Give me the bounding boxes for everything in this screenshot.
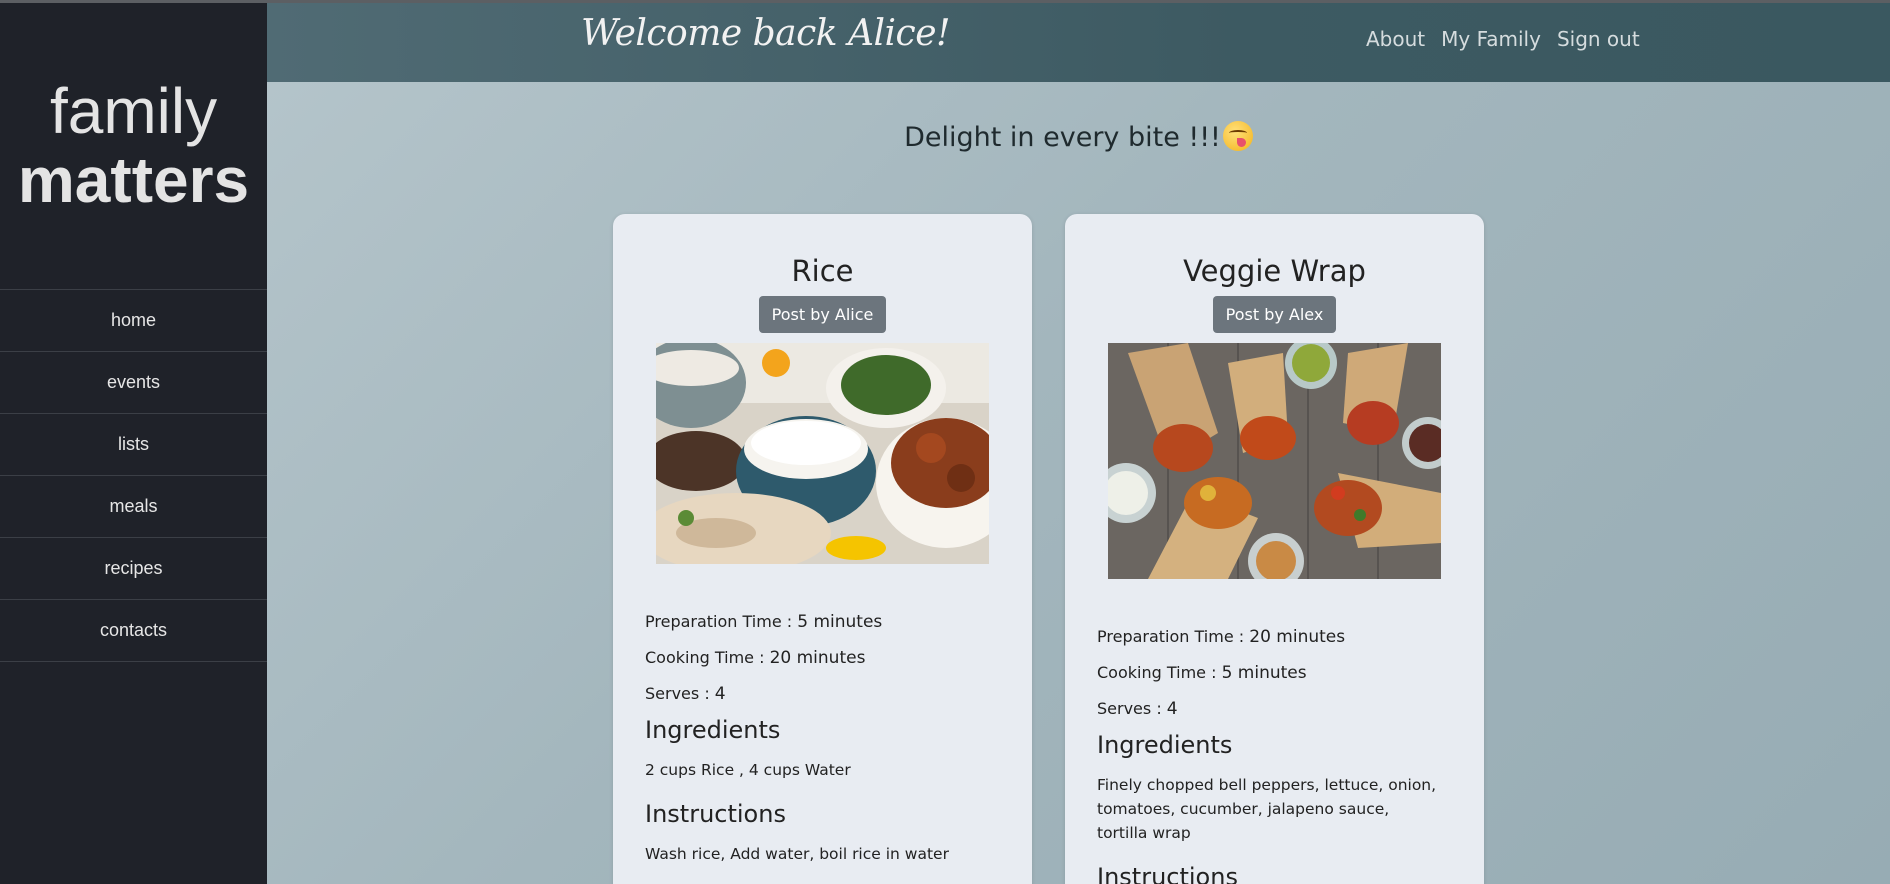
instructions-heading: Instructions [1097, 863, 1238, 884]
prep-time-label: Preparation Time : [645, 612, 793, 631]
cook-time-value: 5 minutes [1221, 663, 1307, 683]
recipe-title: Rice [791, 254, 854, 288]
top-nav: About My Family Sign out [1366, 27, 1640, 51]
sidebar-item-home[interactable]: home [0, 290, 267, 352]
serves-value: 4 [714, 684, 726, 704]
author-button[interactable]: Post by Alice [758, 296, 887, 333]
cook-time-label: Cooking Time : [645, 648, 765, 667]
main-content: Welcome back Alice! About My Family Sign… [267, 3, 1890, 884]
nav-link-sign-out[interactable]: Sign out [1557, 27, 1640, 51]
prep-time: Preparation Time : 20 minutes [1097, 627, 1484, 647]
top-header: Welcome back Alice! About My Family Sign… [267, 3, 1890, 82]
prep-time: Preparation Time : 5 minutes [645, 612, 1032, 632]
welcome-message: Welcome back Alice! [581, 13, 951, 54]
nav-link-my-family[interactable]: My Family [1441, 27, 1541, 51]
sidebar: family matters home events lists meals r… [0, 3, 267, 884]
serves-label: Serves : [645, 684, 710, 703]
brand-line-2: matters [17, 144, 250, 216]
cook-time-value: 20 minutes [769, 648, 866, 668]
brand-logo[interactable]: family matters [0, 3, 267, 215]
prep-time-label: Preparation Time : [1097, 627, 1245, 646]
tagline-text: Delight in every bite !!! [904, 122, 1221, 153]
sidebar-item-lists[interactable]: lists [0, 414, 267, 476]
serves: Serves : 4 [645, 684, 1032, 704]
nav-link-about[interactable]: About [1366, 27, 1425, 51]
prep-time-value: 5 minutes [797, 612, 883, 632]
cook-time-label: Cooking Time : [1097, 663, 1217, 682]
serves: Serves : 4 [1097, 699, 1484, 719]
ingredients-heading: Ingredients [645, 716, 781, 744]
recipe-title: Veggie Wrap [1183, 254, 1366, 288]
sidebar-item-recipes[interactable]: recipes [0, 538, 267, 600]
veggie-wrap-image [1108, 343, 1441, 579]
ingredients-text: Finely chopped bell peppers, lettuce, on… [1097, 776, 1437, 842]
author-button[interactable]: Post by Alex [1212, 296, 1337, 333]
sidebar-item-meals[interactable]: meals [0, 476, 267, 538]
sidebar-item-contacts[interactable]: contacts [0, 600, 267, 662]
instructions-heading: Instructions [645, 800, 786, 828]
serves-label: Serves : [1097, 699, 1162, 718]
brand-line-1: family [49, 75, 218, 147]
cook-time: Cooking Time : 5 minutes [1097, 663, 1484, 683]
sidebar-nav: home events lists meals recipes contacts [0, 289, 267, 662]
rice-bowl-image [656, 343, 989, 564]
cook-time: Cooking Time : 20 minutes [645, 648, 1032, 668]
recipe-card: Veggie Wrap Post by Alex Preparation Tim… [1065, 214, 1484, 884]
yum-emoji-icon [1222, 121, 1253, 151]
recipe-card: Rice Post by Alice Preparation Time: 5 … [613, 214, 1032, 884]
page-tagline: Delight in every bite !!! [267, 121, 1890, 153]
ingredients-heading: Ingredients [1097, 731, 1233, 759]
prep-time-value: 20 minutes [1249, 627, 1346, 647]
sidebar-item-events[interactable]: events [0, 352, 267, 414]
instructions-text: Wash rice, Add water, boil rice in water [645, 845, 949, 863]
ingredients-text: 2 cups Rice , 4 cups Water [645, 761, 851, 779]
serves-value: 4 [1166, 699, 1178, 719]
